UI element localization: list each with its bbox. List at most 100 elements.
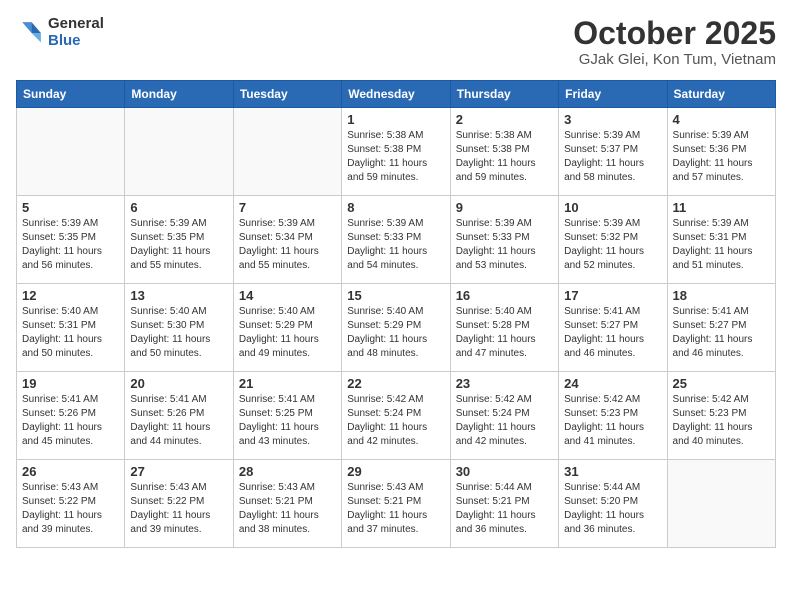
day-number: 5 bbox=[22, 200, 119, 215]
calendar-cell bbox=[667, 460, 775, 548]
day-number: 6 bbox=[130, 200, 227, 215]
day-number: 11 bbox=[673, 200, 770, 215]
day-info: Sunrise: 5:43 AM Sunset: 5:22 PM Dayligh… bbox=[130, 481, 227, 537]
day-number: 20 bbox=[130, 376, 227, 391]
day-number: 1 bbox=[347, 112, 444, 127]
day-number: 9 bbox=[456, 200, 553, 215]
day-number: 22 bbox=[347, 376, 444, 391]
logo-text: General Blue bbox=[48, 16, 104, 49]
weekday-header-tuesday: Tuesday bbox=[233, 81, 341, 108]
day-info: Sunrise: 5:39 AM Sunset: 5:36 PM Dayligh… bbox=[673, 129, 770, 185]
week-row-1: 1 Sunrise: 5:38 AM Sunset: 5:38 PM Daylig… bbox=[17, 108, 776, 196]
weekday-header-saturday: Saturday bbox=[667, 81, 775, 108]
day-number: 30 bbox=[456, 464, 553, 479]
calendar-cell: 12 Sunrise: 5:40 AM Sunset: 5:31 PM Dayli… bbox=[17, 284, 125, 372]
day-info: Sunrise: 5:42 AM Sunset: 5:23 PM Dayligh… bbox=[673, 393, 770, 449]
day-info: Sunrise: 5:39 AM Sunset: 5:35 PM Dayligh… bbox=[130, 217, 227, 273]
week-row-5: 26 Sunrise: 5:43 AM Sunset: 5:22 PM Dayli… bbox=[17, 460, 776, 548]
day-info: Sunrise: 5:42 AM Sunset: 5:24 PM Dayligh… bbox=[456, 393, 553, 449]
day-info: Sunrise: 5:42 AM Sunset: 5:24 PM Dayligh… bbox=[347, 393, 444, 449]
day-info: Sunrise: 5:40 AM Sunset: 5:30 PM Dayligh… bbox=[130, 305, 227, 361]
day-number: 31 bbox=[564, 464, 661, 479]
day-number: 8 bbox=[347, 200, 444, 215]
day-number: 25 bbox=[673, 376, 770, 391]
day-number: 27 bbox=[130, 464, 227, 479]
calendar-cell: 4 Sunrise: 5:39 AM Sunset: 5:36 PM Daylig… bbox=[667, 108, 775, 196]
calendar-cell: 31 Sunrise: 5:44 AM Sunset: 5:20 PM Dayli… bbox=[559, 460, 667, 548]
calendar-cell: 7 Sunrise: 5:39 AM Sunset: 5:34 PM Daylig… bbox=[233, 196, 341, 284]
day-info: Sunrise: 5:41 AM Sunset: 5:27 PM Dayligh… bbox=[673, 305, 770, 361]
calendar-cell: 16Sunrise: 5:40 AM Sunset: 5:28 PM Dayli… bbox=[450, 284, 558, 372]
calendar-cell: 2 Sunrise: 5:38 AM Sunset: 5:38 PM Daylig… bbox=[450, 108, 558, 196]
day-info: Sunrise: 5:43 AM Sunset: 5:21 PM Dayligh… bbox=[239, 481, 336, 537]
weekday-header-thursday: Thursday bbox=[450, 81, 558, 108]
day-number: 14 bbox=[239, 288, 336, 303]
weekday-header-monday: Monday bbox=[125, 81, 233, 108]
day-number: 24 bbox=[564, 376, 661, 391]
calendar-cell: 6 Sunrise: 5:39 AM Sunset: 5:35 PM Daylig… bbox=[125, 196, 233, 284]
calendar-cell: 15Sunrise: 5:40 AM Sunset: 5:29 PM Dayli… bbox=[342, 284, 450, 372]
logo-blue-label: Blue bbox=[48, 33, 104, 50]
calendar-cell: 1 Sunrise: 5:38 AM Sunset: 5:38 PM Daylig… bbox=[342, 108, 450, 196]
day-info: Sunrise: 5:43 AM Sunset: 5:21 PM Dayligh… bbox=[347, 481, 444, 537]
day-number: 2 bbox=[456, 112, 553, 127]
day-info: Sunrise: 5:41 AM Sunset: 5:27 PM Dayligh… bbox=[564, 305, 661, 361]
day-number: 19 bbox=[22, 376, 119, 391]
day-info: Sunrise: 5:40 AM Sunset: 5:31 PM Dayligh… bbox=[22, 305, 119, 361]
logo: General Blue bbox=[16, 16, 104, 49]
week-row-2: 5 Sunrise: 5:39 AM Sunset: 5:35 PM Daylig… bbox=[17, 196, 776, 284]
week-row-3: 12 Sunrise: 5:40 AM Sunset: 5:31 PM Dayli… bbox=[17, 284, 776, 372]
day-info: Sunrise: 5:39 AM Sunset: 5:34 PM Dayligh… bbox=[239, 217, 336, 273]
day-info: Sunrise: 5:39 AM Sunset: 5:35 PM Dayligh… bbox=[22, 217, 119, 273]
day-info: Sunrise: 5:39 AM Sunset: 5:32 PM Dayligh… bbox=[564, 217, 661, 273]
month-title: October 2025 bbox=[573, 16, 776, 51]
calendar-cell: 28 Sunrise: 5:43 AM Sunset: 5:21 PM Dayli… bbox=[233, 460, 341, 548]
day-number: 17 bbox=[564, 288, 661, 303]
calendar-cell: 24 Sunrise: 5:42 AM Sunset: 5:23 PM Dayli… bbox=[559, 372, 667, 460]
calendar-cell: 18 Sunrise: 5:41 AM Sunset: 5:27 PM Dayli… bbox=[667, 284, 775, 372]
day-info: Sunrise: 5:41 AM Sunset: 5:26 PM Dayligh… bbox=[130, 393, 227, 449]
calendar-table: SundayMondayTuesdayWednesdayThursdayFrid… bbox=[16, 80, 776, 548]
calendar-cell: 3Sunrise: 5:39 AM Sunset: 5:37 PM Daylig… bbox=[559, 108, 667, 196]
day-info: Sunrise: 5:44 AM Sunset: 5:20 PM Dayligh… bbox=[564, 481, 661, 537]
day-info: Sunrise: 5:39 AM Sunset: 5:31 PM Dayligh… bbox=[673, 217, 770, 273]
page-header: General Blue October 2025 GJak Glei, Kon… bbox=[16, 16, 776, 68]
weekday-header-friday: Friday bbox=[559, 81, 667, 108]
location-label: GJak Glei, Kon Tum, Vietnam bbox=[573, 51, 776, 68]
calendar-cell: 20 Sunrise: 5:41 AM Sunset: 5:26 PM Dayli… bbox=[125, 372, 233, 460]
day-info: Sunrise: 5:40 AM Sunset: 5:29 PM Dayligh… bbox=[239, 305, 336, 361]
logo-general-label: General bbox=[48, 16, 104, 33]
logo-icon bbox=[16, 19, 44, 47]
day-info: Sunrise: 5:41 AM Sunset: 5:25 PM Dayligh… bbox=[239, 393, 336, 449]
day-number: 26 bbox=[22, 464, 119, 479]
day-number: 28 bbox=[239, 464, 336, 479]
day-number: 21 bbox=[239, 376, 336, 391]
calendar-cell: 25 Sunrise: 5:42 AM Sunset: 5:23 PM Dayli… bbox=[667, 372, 775, 460]
day-number: 10 bbox=[564, 200, 661, 215]
day-info: Sunrise: 5:44 AM Sunset: 5:21 PM Dayligh… bbox=[456, 481, 553, 537]
calendar-cell: 11 Sunrise: 5:39 AM Sunset: 5:31 PM Dayli… bbox=[667, 196, 775, 284]
day-info: Sunrise: 5:40 AM Sunset: 5:28 PM Dayligh… bbox=[456, 305, 553, 361]
day-number: 7 bbox=[239, 200, 336, 215]
calendar-cell: 8 Sunrise: 5:39 AM Sunset: 5:33 PM Daylig… bbox=[342, 196, 450, 284]
calendar-cell bbox=[233, 108, 341, 196]
weekday-header-row: SundayMondayTuesdayWednesdayThursdayFrid… bbox=[17, 81, 776, 108]
calendar-cell: 26 Sunrise: 5:43 AM Sunset: 5:22 PM Dayli… bbox=[17, 460, 125, 548]
day-info: Sunrise: 5:40 AM Sunset: 5:29 PM Dayligh… bbox=[347, 305, 444, 361]
day-number: 12 bbox=[22, 288, 119, 303]
day-info: Sunrise: 5:39 AM Sunset: 5:33 PM Dayligh… bbox=[347, 217, 444, 273]
calendar-cell: 23Sunrise: 5:42 AM Sunset: 5:24 PM Dayli… bbox=[450, 372, 558, 460]
day-info: Sunrise: 5:38 AM Sunset: 5:38 PM Dayligh… bbox=[456, 129, 553, 185]
calendar-cell: 10 Sunrise: 5:39 AM Sunset: 5:32 PM Dayli… bbox=[559, 196, 667, 284]
day-number: 4 bbox=[673, 112, 770, 127]
calendar-cell: 5 Sunrise: 5:39 AM Sunset: 5:35 PM Daylig… bbox=[17, 196, 125, 284]
day-info: Sunrise: 5:38 AM Sunset: 5:38 PM Dayligh… bbox=[347, 129, 444, 185]
day-info: Sunrise: 5:42 AM Sunset: 5:23 PM Dayligh… bbox=[564, 393, 661, 449]
weekday-header-wednesday: Wednesday bbox=[342, 81, 450, 108]
day-info: Sunrise: 5:43 AM Sunset: 5:22 PM Dayligh… bbox=[22, 481, 119, 537]
calendar-cell: 9Sunrise: 5:39 AM Sunset: 5:33 PM Daylig… bbox=[450, 196, 558, 284]
weekday-header-sunday: Sunday bbox=[17, 81, 125, 108]
day-number: 18 bbox=[673, 288, 770, 303]
title-block: October 2025 GJak Glei, Kon Tum, Vietnam bbox=[573, 16, 776, 68]
day-info: Sunrise: 5:39 AM Sunset: 5:37 PM Dayligh… bbox=[564, 129, 661, 185]
